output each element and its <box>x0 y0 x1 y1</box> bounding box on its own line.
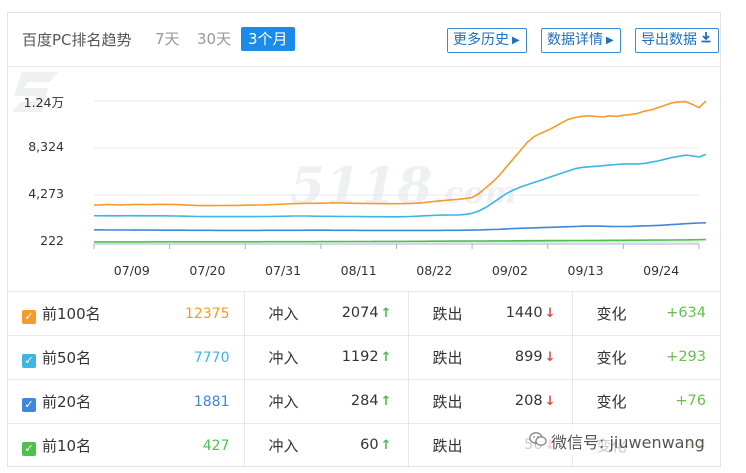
drop-value: 208 <box>514 393 543 409</box>
surge-label: 冲入 <box>268 349 299 367</box>
ranking-trend-panel: 百度PC排名趋势 7天 30天 3个月 更多历史 ▶ 数据详情 ▶ 导出数据 511… <box>7 12 721 468</box>
change-label: 变化 <box>596 393 627 411</box>
caret-right-icon: ▶ <box>606 35 614 46</box>
surge-value-wrap: 60 ↑ <box>360 437 391 453</box>
drop-value-wrap: 208 ↓ <box>515 393 556 409</box>
arrow-up-icon: ↑ <box>380 350 392 365</box>
surge-value-wrap: 284 ↑ <box>351 393 392 409</box>
checkbox-checked-icon[interactable]: ✓ <box>22 354 36 368</box>
x-tick-label: 08/22 <box>416 263 453 278</box>
drop-cell: 跌出 1440 ↓ <box>407 291 572 336</box>
surge-label: 冲入 <box>268 393 299 411</box>
range-3-months[interactable]: 3个月 <box>241 27 295 51</box>
stat-name: 前50名 <box>42 349 92 367</box>
change-cell: 变化 +634 <box>571 291 720 336</box>
arrow-down-icon: ↓ <box>544 350 556 365</box>
surge-label: 冲入 <box>268 305 299 323</box>
stat-count: 427 <box>202 438 230 454</box>
checkbox-checked-icon[interactable]: ✓ <box>22 310 36 324</box>
drop-label: 跌出 <box>432 305 463 323</box>
arrow-up-icon: ↑ <box>380 306 392 321</box>
wechat-text: 微信号: jiuwenwang <box>551 433 705 452</box>
stat-name: 前10名 <box>42 437 92 456</box>
x-tick-label: 09/02 <box>491 263 528 278</box>
stat-name: 前100名 <box>42 305 101 323</box>
stat-name-cell[interactable]: ✓ 前20名 1881 <box>8 379 244 424</box>
stat-count: 12375 <box>184 306 230 322</box>
panel-title: 百度PC排名趋势 <box>22 31 132 49</box>
export-data-button[interactable]: 导出数据 <box>635 28 719 53</box>
table-row: ✓ 前20名 1881 冲入 284 ↑ 跌出 208 ↓ 变化 +76 <box>8 379 720 424</box>
surge-value: 2074 <box>341 305 379 321</box>
export-data-label: 导出数据 <box>641 32 697 48</box>
change-cell: 变化 +76 <box>571 379 720 424</box>
download-icon <box>700 29 712 52</box>
stat-count: 1881 <box>193 394 230 410</box>
data-detail-button[interactable]: 数据详情 ▶ <box>541 28 621 53</box>
data-detail-label: 数据详情 <box>547 32 603 48</box>
chart-plot <box>93 100 707 249</box>
surge-cell: 冲入 1192 ↑ <box>243 335 408 380</box>
change-value: +634 <box>666 305 706 321</box>
stat-count: 7770 <box>193 350 230 366</box>
x-tick-label: 07/09 <box>113 263 150 278</box>
drop-value-wrap: 1440 ↓ <box>506 305 556 321</box>
drop-label: 跌出 <box>432 393 463 411</box>
y-tick-label: 4,273 <box>28 186 64 201</box>
arrow-down-icon: ↓ <box>544 394 556 409</box>
wechat-overlay: 微信号: jiuwenwang <box>525 425 711 455</box>
arrow-down-icon: ↓ <box>544 306 556 321</box>
more-history-label: 更多历史 <box>453 32 509 48</box>
arrow-up-icon: ↑ <box>380 438 392 453</box>
surge-value: 1192 <box>341 349 379 365</box>
x-tick-label: 09/13 <box>567 263 604 278</box>
change-value: +293 <box>666 349 706 365</box>
checkbox-checked-icon[interactable]: ✓ <box>22 398 36 412</box>
y-tick-label: 8,324 <box>28 139 64 154</box>
trend-chart: 5118.com 222 4,273 8,324 1.24万 07/09 07/20 07/… <box>8 68 720 290</box>
y-tick-label: 1.24万 <box>23 95 64 110</box>
drop-label: 跌出 <box>432 437 463 456</box>
change-label: 变化 <box>596 305 627 323</box>
table-row: ✓ 前50名 7770 冲入 1192 ↑ 跌出 899 ↓ 变化 +293 <box>8 335 720 380</box>
range-30-days[interactable]: 30天 <box>197 28 231 49</box>
stat-name-cell[interactable]: ✓ 前10名 427 <box>8 423 244 468</box>
y-tick-label: 222 <box>40 233 64 248</box>
surge-cell: 冲入 2074 ↑ <box>243 291 408 336</box>
x-tick-label: 07/20 <box>189 263 226 278</box>
surge-cell: 冲入 60 ↑ <box>243 423 408 468</box>
drop-label: 跌出 <box>432 349 463 367</box>
drop-value-wrap: 899 ↓ <box>515 349 556 365</box>
change-cell: 变化 +293 <box>571 335 720 380</box>
series-line <box>94 222 706 232</box>
x-tick-label: 07/31 <box>265 263 302 278</box>
table-row: ✓ 前100名 12375 冲入 2074 ↑ 跌出 1440 ↓ 变化 +634 <box>8 291 720 336</box>
surge-label: 冲入 <box>268 437 299 456</box>
change-value: +76 <box>675 393 706 409</box>
wechat-icon <box>529 432 547 446</box>
surge-value-wrap: 2074 ↑ <box>342 305 392 321</box>
stat-name-cell[interactable]: ✓ 前50名 7770 <box>8 335 244 380</box>
drop-value: 1440 <box>505 305 543 321</box>
checkbox-checked-icon[interactable]: ✓ <box>22 442 36 457</box>
stat-name-cell[interactable]: ✓ 前100名 12375 <box>8 291 244 336</box>
change-label: 变化 <box>596 349 627 367</box>
arrow-up-icon: ↑ <box>380 394 392 409</box>
surge-value: 284 <box>350 393 379 409</box>
range-7-days[interactable]: 7天 <box>155 28 180 49</box>
more-history-button[interactable]: 更多历史 ▶ <box>447 28 527 53</box>
drop-cell: 跌出 208 ↓ <box>407 379 572 424</box>
stat-name: 前20名 <box>42 393 92 411</box>
caret-right-icon: ▶ <box>512 35 520 46</box>
surge-cell: 冲入 284 ↑ <box>243 379 408 424</box>
surge-value-wrap: 1192 ↑ <box>342 349 392 365</box>
drop-value: 899 <box>514 349 543 365</box>
series-line <box>93 100 707 207</box>
series-line <box>93 153 707 218</box>
panel-header: 百度PC排名趋势 7天 30天 3个月 更多历史 ▶ 数据详情 ▶ 导出数据 <box>8 13 720 67</box>
surge-value: 60 <box>360 437 379 453</box>
x-tick-label: 09/24 <box>643 263 680 278</box>
drop-cell: 跌出 899 ↓ <box>407 335 572 380</box>
x-tick-label: 08/11 <box>340 263 377 278</box>
